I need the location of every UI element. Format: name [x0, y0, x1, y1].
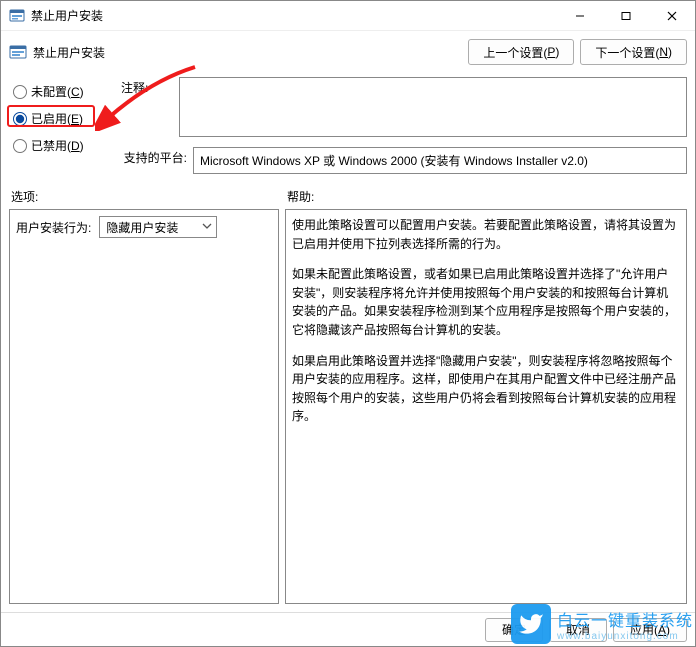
right-fields: 注释: 支持的平台: Microsoft Windows XP 或 Window… — [121, 73, 687, 174]
top-section: 未配置(C) 已启用(E) 已禁用(D) 注释: 支持的平台: — [9, 69, 687, 174]
help-label: 帮助: — [287, 188, 687, 205]
behavior-select[interactable]: 隐藏用户安装 — [99, 216, 217, 238]
radio-disabled-label: 已禁用(D) — [31, 137, 84, 154]
radio-not-configured-label: 未配置(C) — [31, 83, 84, 100]
close-button[interactable] — [649, 1, 695, 31]
help-p3: 如果启用此策略设置并选择"隐藏用户安装"，则安装程序将忽略按照每个用户安装的应用… — [292, 352, 680, 426]
radio-not-configured[interactable]: 未配置(C) — [13, 83, 121, 100]
header-title: 禁止用户安装 — [33, 44, 105, 61]
header-row: 禁止用户安装 上一个设置(P) 下一个设置(N) — [1, 31, 695, 67]
help-p2: 如果未配置此策略设置，或者如果已启用此策略设置并选择了"允许用户安装"，则安装程… — [292, 265, 680, 339]
titlebar: 禁止用户安装 — [1, 1, 695, 31]
options-panel: 用户安装行为: 隐藏用户安装 — [9, 209, 279, 604]
cancel-button[interactable]: 取消 — [549, 618, 607, 642]
radio-not-configured-input[interactable] — [13, 85, 27, 99]
radio-enabled-label: 已启用(E) — [31, 110, 83, 127]
help-panel: 使用此策略设置可以配置用户安装。若要配置此策略设置，请将其设置为已启用并使用下拉… — [285, 209, 687, 604]
radio-disabled[interactable]: 已禁用(D) — [13, 137, 121, 154]
comment-textarea[interactable] — [179, 77, 687, 137]
minimize-button[interactable] — [557, 1, 603, 31]
minimize-icon — [575, 11, 585, 21]
chevron-down-icon — [202, 220, 212, 234]
comment-row: 注释: — [121, 77, 687, 137]
next-setting-button[interactable]: 下一个设置(N) — [580, 39, 687, 65]
maximize-button[interactable] — [603, 1, 649, 31]
platform-label: 支持的平台: — [121, 147, 193, 166]
apply-button[interactable]: 应用(A) — [613, 618, 687, 642]
window-root: 禁止用户安装 禁止用户安装 上一个设置(P) 下一个设置(N) — [0, 0, 696, 647]
behavior-row: 用户安装行为: 隐藏用户安装 — [16, 216, 272, 238]
policy-icon — [9, 43, 27, 61]
state-radios: 未配置(C) 已启用(E) 已禁用(D) — [9, 73, 121, 174]
panels: 用户安装行为: 隐藏用户安装 使用此策略设置可以配置用户安装。若要配置此策略设置… — [9, 209, 687, 604]
close-icon — [667, 11, 677, 21]
platform-row: 支持的平台: Microsoft Windows XP 或 Windows 20… — [121, 147, 687, 174]
behavior-label: 用户安装行为: — [16, 219, 91, 236]
platform-box: Microsoft Windows XP 或 Windows 2000 (安装有… — [193, 147, 687, 174]
radio-enabled-input[interactable] — [13, 112, 27, 126]
app-icon — [9, 8, 25, 24]
ok-button[interactable]: 确定 — [485, 618, 543, 642]
prev-setting-button[interactable]: 上一个设置(P) — [468, 39, 574, 65]
options-label: 选项: — [11, 188, 287, 205]
help-p1: 使用此策略设置可以配置用户安装。若要配置此策略设置，请将其设置为已启用并使用下拉… — [292, 216, 680, 253]
maximize-icon — [621, 11, 631, 21]
behavior-select-value: 隐藏用户安装 — [106, 219, 178, 236]
body: 未配置(C) 已启用(E) 已禁用(D) 注释: 支持的平台: — [1, 67, 695, 612]
footer: 确定 取消 应用(A) — [1, 612, 695, 646]
labels-row: 选项: 帮助: — [9, 184, 687, 209]
radio-enabled[interactable]: 已启用(E) — [13, 110, 121, 127]
window-title: 禁止用户安装 — [31, 7, 103, 24]
radio-disabled-input[interactable] — [13, 139, 27, 153]
comment-label: 注释: — [121, 77, 179, 96]
